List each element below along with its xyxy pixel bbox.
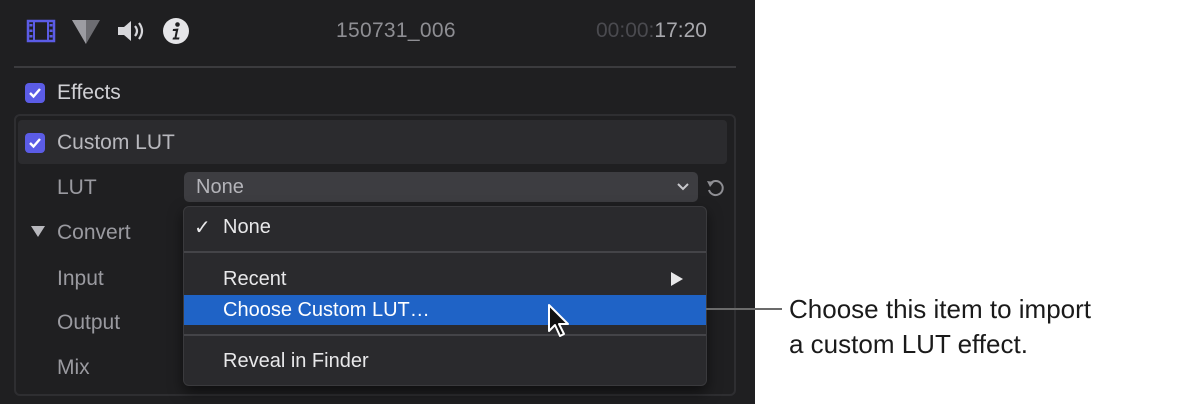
timecode-bright: 17:20 [654,19,707,42]
menu-item-none[interactable]: ✓ None [184,212,706,242]
custom-lut-label: Custom LUT [57,131,175,154]
callout-line-1: Choose this item to import [789,294,1092,324]
color-inspector-icon[interactable] [70,16,102,46]
reset-icon[interactable] [705,178,725,198]
checkmark-icon [29,138,41,149]
custom-lut-checkbox[interactable] [25,133,45,153]
mix-label: Mix [57,356,90,379]
menu-item-label: None [223,216,271,238]
callout-text: Choose this item to import a custom LUT … [789,292,1179,362]
checkmark-icon [29,88,41,99]
effects-checkbox[interactable] [25,83,45,103]
menu-item-label: Choose Custom LUT… [223,299,430,321]
callout-line [706,308,782,310]
menu-item-label: Recent [223,268,287,290]
chevron-down-icon [677,183,689,191]
disclosure-triangle-icon[interactable] [30,224,46,238]
output-label: Output [57,311,121,334]
lut-param-label: LUT [57,176,97,199]
clip-timecode: 00:00:17:20 [596,19,707,43]
inspector-panel: 150731_006 00:00:17:20 Effects Custom LU… [0,0,755,404]
effects-label: Effects [57,81,121,104]
lut-popup-value: None [196,176,244,198]
menu-item-reveal-in-finder[interactable]: Reveal in Finder [184,346,706,376]
video-inspector-icon[interactable] [26,16,56,46]
toolbar-divider [14,66,736,68]
inspector-toolbar: 150731_006 00:00:17:20 [0,0,755,64]
input-label: Input [57,267,104,290]
timecode-dim: 00:00: [596,19,655,42]
submenu-arrow-icon [671,272,683,286]
clip-name: 150731_006 [336,19,456,42]
menu-item-label: Reveal in Finder [223,350,369,372]
mouse-pointer-icon [548,304,569,337]
info-inspector-icon[interactable] [161,16,191,46]
callout-line-2: a custom LUT effect. [789,329,1028,359]
checkmark-icon: ✓ [194,217,211,239]
menu-separator [184,251,706,253]
audio-inspector-icon[interactable] [115,16,147,46]
convert-label: Convert [57,221,131,244]
menu-separator [184,334,706,336]
menu-item-choose-custom-lut[interactable]: Choose Custom LUT… [184,295,706,325]
menu-item-recent[interactable]: Recent [184,264,706,294]
lut-popup-menu[interactable]: None [184,172,698,202]
lut-dropdown-menu: ✓ None Recent Choose Custom LUT… Reveal … [183,206,707,386]
